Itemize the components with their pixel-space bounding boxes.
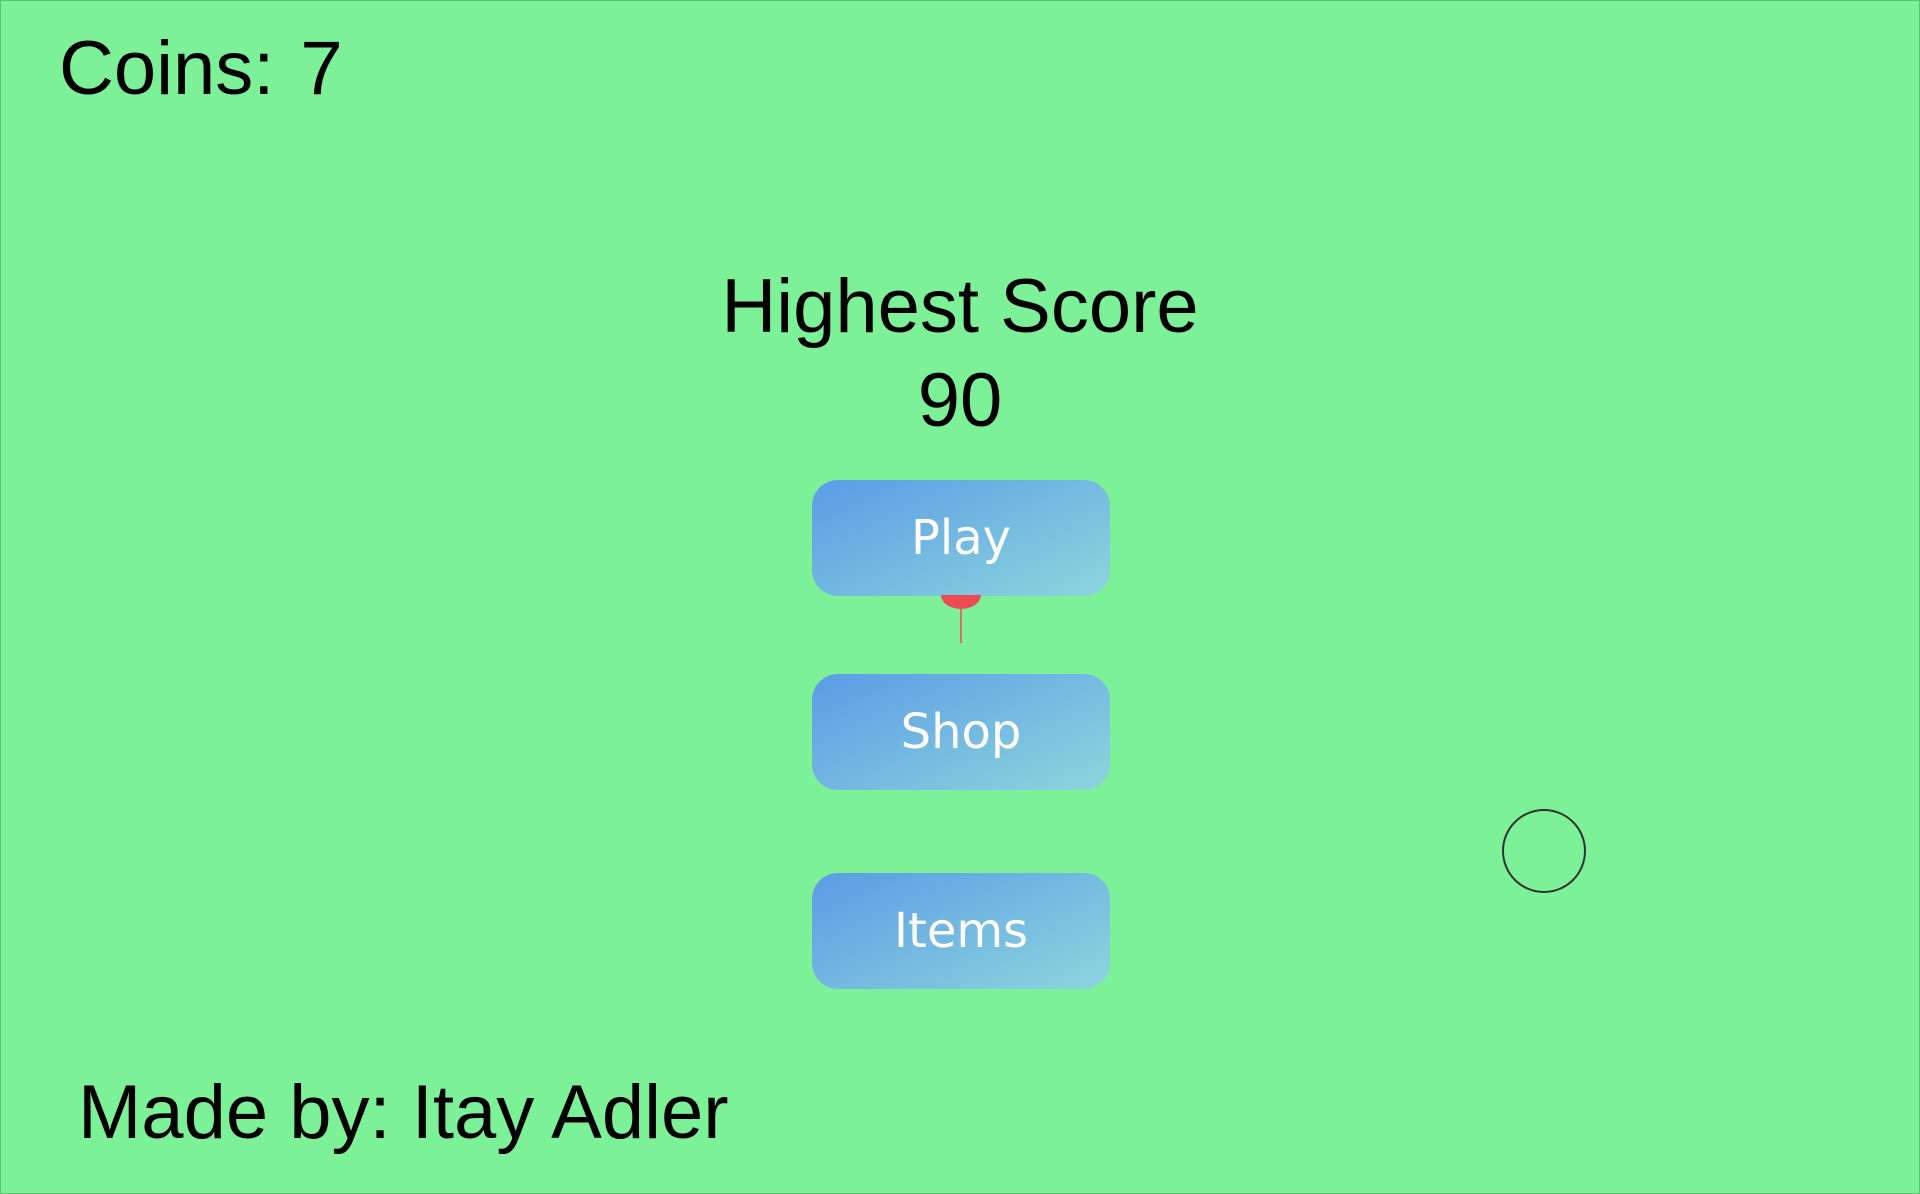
circle-outline-icon[interactable]	[1502, 809, 1586, 893]
balloon-icon	[941, 595, 981, 643]
credits-text: Made by: Itay Adler	[78, 1070, 729, 1155]
items-button[interactable]: Items	[812, 873, 1110, 989]
coins-counter: Coins: 7	[59, 31, 343, 107]
coins-value: 7	[300, 26, 343, 111]
shop-button[interactable]: Shop	[812, 674, 1110, 790]
play-button[interactable]: Play	[812, 480, 1110, 596]
highest-score-value: 90	[917, 358, 1003, 443]
highest-score-title: Highest Score	[721, 264, 1199, 349]
game-stage: Coins: 7 Highest Score 90 Play Shop Items…	[0, 0, 1920, 1194]
coins-label: Coins:	[59, 26, 275, 111]
